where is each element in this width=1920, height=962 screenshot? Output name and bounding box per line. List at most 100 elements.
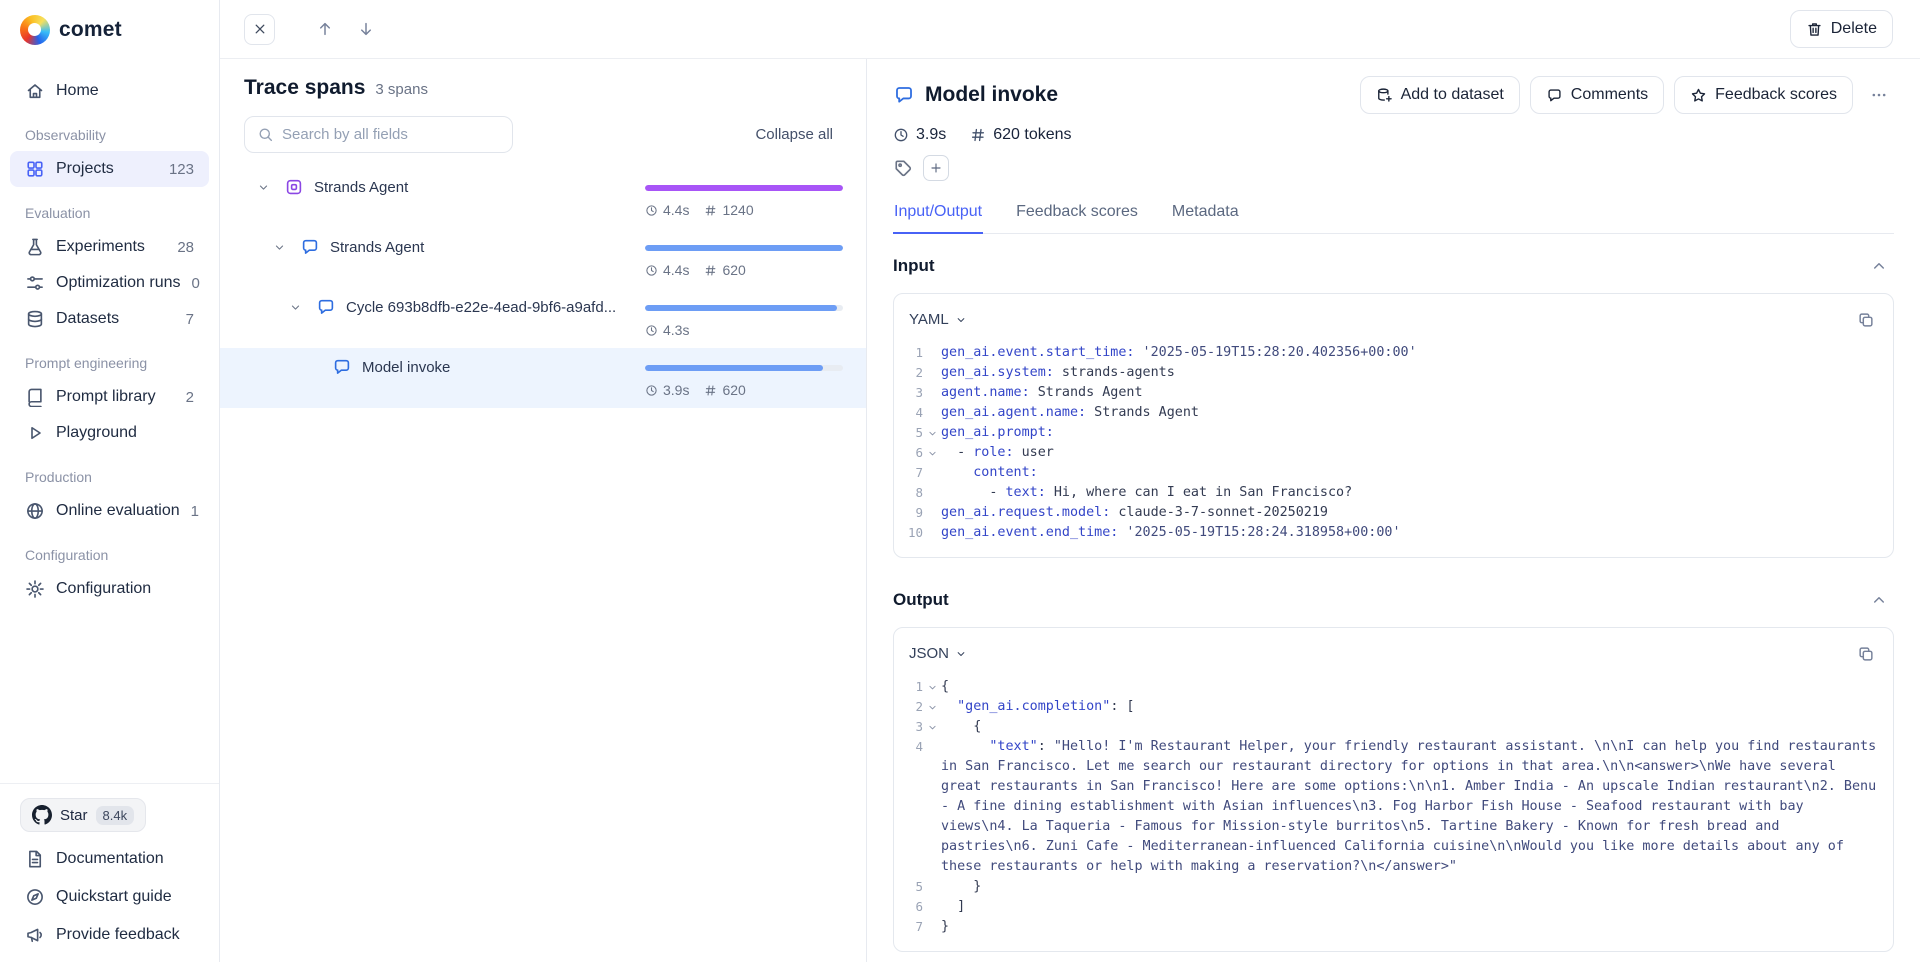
span-tokens: 1240 <box>722 202 753 218</box>
fold-spacer <box>923 403 941 423</box>
sidebar-item-prompt-library[interactable]: Prompt library2 <box>10 379 209 415</box>
tab-feedback-scores[interactable]: Feedback scores <box>1015 193 1139 234</box>
github-icon <box>32 805 52 825</box>
sidebar-item-count: 1 <box>191 503 199 520</box>
search-input[interactable] <box>282 126 500 143</box>
star-label: Star <box>60 807 88 824</box>
footer-link-quickstart-guide[interactable]: Quickstart guide <box>10 878 209 916</box>
line-number: 5 <box>899 423 923 443</box>
sidebar-item-count: 7 <box>186 311 194 328</box>
code-content: { <box>941 717 1878 737</box>
sidebar-item-datasets[interactable]: Datasets7 <box>10 301 209 337</box>
collapse-all-button[interactable]: Collapse all <box>745 118 843 151</box>
span-duration: 3.9s <box>663 382 689 398</box>
feedback-score-icon <box>1690 87 1707 104</box>
trace-span-row[interactable]: Model invoke3.9s620 <box>220 348 866 408</box>
collapse-section-button[interactable] <box>1863 584 1894 615</box>
sidebar-item-count: 0 <box>192 275 200 292</box>
sidebar-item-optimization-runs[interactable]: Optimization runs 0 <box>10 265 209 301</box>
chevron-down-icon[interactable] <box>269 235 289 260</box>
sidebar-section-label: Prompt engineering <box>10 337 209 379</box>
sidebar-item-online-evaluation[interactable]: Online evaluation1 <box>10 493 209 529</box>
code-token: Hi, where can I eat in San Francisco? <box>1046 485 1352 500</box>
collapse-section-button[interactable] <box>1863 250 1894 281</box>
llm-icon <box>316 297 336 317</box>
copy-button[interactable] <box>1850 304 1881 335</box>
fold-toggle-icon[interactable] <box>923 697 941 717</box>
fold-spacer <box>923 383 941 403</box>
sidebar-nav: HomeObservabilityProjects123EvaluationEx… <box>0 59 219 783</box>
duration-bar <box>645 365 843 371</box>
line-number: 2 <box>899 697 923 717</box>
plus-icon <box>929 161 943 175</box>
code-card: JSON1{2 "gen_ai.completion": [3 {4 "text… <box>893 627 1894 952</box>
feedback-scores-button[interactable]: Feedback scores <box>1674 76 1853 114</box>
code-token <box>941 739 989 754</box>
code-token: user <box>1014 445 1054 460</box>
line-number: 9 <box>899 503 923 523</box>
span-detail-header: Model invoke Add to dataset Comments Feedb… <box>893 76 1894 114</box>
code-token: "text" <box>989 739 1037 754</box>
trace-span-row[interactable]: Cycle 693b8dfb-e22e-4ead-9bf6-a9afd...4.… <box>220 288 866 348</box>
nav-down-button[interactable] <box>350 14 381 45</box>
duration-bar-fill <box>645 185 843 191</box>
close-trace-button[interactable] <box>244 14 275 45</box>
fold-toggle-icon[interactable] <box>923 717 941 737</box>
code-token: "Hello! I'm Restaurant Helper, your frie… <box>941 739 1884 874</box>
sidebar-item-playground[interactable]: Playground <box>10 415 209 451</box>
trace-span-row[interactable]: Strands Agent4.4s1240 <box>220 168 866 228</box>
more-actions-button[interactable] <box>1863 80 1894 111</box>
search-box[interactable] <box>244 116 513 153</box>
fold-toggle-icon[interactable] <box>923 423 941 443</box>
code-token: } <box>941 919 949 934</box>
footer-link-documentation[interactable]: Documentation <box>10 840 209 878</box>
github-star-button[interactable]: Star 8.4k <box>20 798 146 832</box>
sidebar-item-configuration[interactable]: Configuration <box>10 571 209 607</box>
configuration-icon <box>25 579 45 599</box>
format-select[interactable]: YAML <box>909 311 967 328</box>
sidebar-item-experiments[interactable]: Experiments28 <box>10 229 209 265</box>
delete-button[interactable]: Delete <box>1790 10 1893 48</box>
fold-spacer <box>923 917 941 937</box>
quickstart-icon <box>25 887 45 907</box>
span-metrics: 4.4s1240 <box>645 202 843 218</box>
code-token: content: <box>973 465 1038 480</box>
fold-toggle-icon[interactable] <box>923 443 941 463</box>
tab-metadata[interactable]: Metadata <box>1171 193 1240 234</box>
chevron-down-icon[interactable] <box>253 175 273 200</box>
add-tag-button[interactable] <box>923 155 949 181</box>
tab-input-output[interactable]: Input/Output <box>893 193 983 234</box>
trace-span-row[interactable]: Strands Agent4.4s620 <box>220 228 866 288</box>
comet-logo[interactable]: comet <box>0 0 219 59</box>
fold-toggle-icon[interactable] <box>923 677 941 697</box>
copy-button[interactable] <box>1850 638 1881 669</box>
code-token: gen_ai.event.end_time: <box>941 525 1118 540</box>
code-token: { <box>941 679 949 694</box>
app: comet HomeObservabilityProjects123Evalua… <box>0 0 1920 962</box>
section-heading: Input <box>893 256 935 276</box>
comments-button[interactable]: Comments <box>1530 76 1664 114</box>
sidebar-item-projects[interactable]: Projects123 <box>10 151 209 187</box>
sidebar-footer-links: Documentation Quickstart guideProvide fee… <box>10 840 209 954</box>
chevron-down-icon[interactable] <box>285 295 305 320</box>
span-title: Model invoke <box>925 83 1058 107</box>
format-select[interactable]: JSON <box>909 645 967 662</box>
add-to-dataset-button[interactable]: Add to dataset <box>1360 76 1520 114</box>
line-number: 7 <box>899 463 923 483</box>
footer-link-label: Documentation <box>56 850 164 868</box>
section-header: Output <box>893 585 1894 614</box>
code-token: - <box>941 445 973 460</box>
trace-controls: Collapse all <box>244 116 843 153</box>
section-output: Output JSON1{2 "gen_ai.completion": [3 {4… <box>893 585 1894 952</box>
section-input: InputYAML1gen_ai.event.start_time: '2025… <box>893 251 1894 558</box>
code-token: strands-agents <box>1054 365 1175 380</box>
sidebar-item-label: Optimization runs <box>56 274 181 292</box>
sidebar-item-home[interactable]: Home <box>10 73 209 109</box>
nav-up-button[interactable] <box>309 14 340 45</box>
footer-link-provide-feedback[interactable]: Provide feedback <box>10 916 209 954</box>
sidebar-section-label: Observability <box>10 109 209 151</box>
copy-icon <box>1857 645 1875 663</box>
code-line: 10gen_ai.event.end_time: '2025-05-19T15:… <box>899 523 1878 543</box>
comet-logo-icon <box>20 15 50 45</box>
trace-spans-panel: Trace spans 3 spans Collapse all Strands… <box>220 59 867 962</box>
